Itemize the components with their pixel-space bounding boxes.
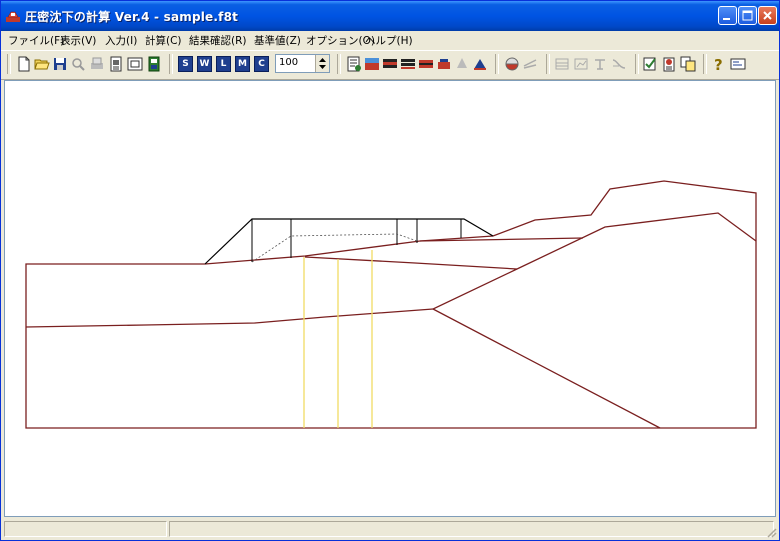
export-icon[interactable] bbox=[146, 56, 162, 72]
menu-standards[interactable]: 基準値(Z) bbox=[254, 33, 301, 48]
menu-file[interactable]: ファイル(F) bbox=[8, 33, 64, 48]
standards-icon[interactable] bbox=[661, 56, 677, 72]
save-icon[interactable] bbox=[52, 56, 68, 72]
drain-icon-disabled bbox=[457, 58, 467, 68]
app-window: 圧密沈下の計算 Ver.4 - sample.f8t ファイル(F) 表示(V)… bbox=[0, 0, 780, 541]
input-wizard-icon[interactable] bbox=[346, 56, 362, 72]
section-compare-icon-disabled bbox=[523, 59, 537, 69]
zoom-spinner[interactable] bbox=[315, 55, 329, 72]
minimize-icon bbox=[723, 18, 730, 20]
cross-section-drawing bbox=[25, 180, 757, 429]
ground-layer-icon[interactable] bbox=[364, 56, 380, 72]
mode-c-button[interactable]: C bbox=[254, 56, 269, 72]
about-icon[interactable] bbox=[730, 56, 746, 72]
status-bar bbox=[1, 518, 779, 540]
layer-outline bbox=[25, 180, 757, 429]
toolbar-separator bbox=[169, 54, 173, 74]
time-curve-icon-disabled bbox=[612, 59, 626, 69]
zoom-input[interactable]: 100 bbox=[275, 54, 330, 73]
new-file-icon[interactable] bbox=[16, 56, 32, 72]
mode-l-button[interactable]: L bbox=[216, 56, 231, 72]
menu-help[interactable]: ヘルプ(H) bbox=[365, 33, 413, 48]
menu-calc[interactable]: 計算(C) bbox=[145, 33, 182, 48]
toolbar-separator bbox=[546, 54, 550, 74]
zoom-value: 100 bbox=[279, 57, 299, 68]
help-icon[interactable]: ? bbox=[710, 56, 726, 72]
minimize-button[interactable] bbox=[718, 6, 737, 25]
section-view-icon[interactable] bbox=[504, 56, 520, 72]
status-panel-2 bbox=[169, 521, 774, 537]
copy-icon[interactable] bbox=[680, 56, 696, 72]
result-table-icon-disabled bbox=[555, 58, 569, 70]
result-graph-icon-disabled bbox=[574, 58, 588, 70]
analysis-lines bbox=[303, 250, 373, 428]
maximize-button[interactable] bbox=[738, 6, 757, 25]
app-icon bbox=[6, 11, 20, 22]
close-button[interactable] bbox=[758, 6, 777, 25]
menu-view[interactable]: 表示(V) bbox=[60, 33, 96, 48]
mode-w-button[interactable]: W bbox=[197, 56, 212, 72]
status-panel-1 bbox=[4, 521, 167, 537]
ground-layers bbox=[25, 180, 757, 429]
close-icon bbox=[763, 11, 772, 20]
embankment-icon[interactable] bbox=[472, 56, 488, 72]
toolbar-separator bbox=[337, 54, 341, 74]
toolbar-separator bbox=[495, 54, 499, 74]
resize-grip-icon[interactable] bbox=[765, 526, 777, 538]
window-title: 圧密沈下の計算 Ver.4 - sample.f8t bbox=[25, 10, 239, 24]
layer-boundary-3 bbox=[304, 256, 518, 270]
preview-icon[interactable] bbox=[70, 56, 86, 72]
toolbar-separator bbox=[703, 54, 707, 74]
toolbar: S W L M C 100 ? bbox=[1, 50, 779, 80]
drawing-canvas[interactable] bbox=[4, 80, 776, 517]
load-icon[interactable] bbox=[436, 56, 452, 72]
layer-boundary-2 bbox=[431, 212, 757, 429]
layer-c-icon[interactable] bbox=[418, 56, 434, 72]
menu-results[interactable]: 結果確認(R) bbox=[189, 33, 247, 48]
layer-a-icon[interactable] bbox=[382, 56, 398, 72]
embankment bbox=[204, 218, 494, 265]
layer-b-icon[interactable] bbox=[400, 56, 416, 72]
embankment-outline bbox=[204, 218, 494, 265]
toolbar-separator bbox=[635, 54, 639, 74]
settlement-icon-disabled bbox=[595, 59, 605, 70]
spin-arrows-icon bbox=[319, 58, 326, 69]
maximize-icon bbox=[742, 10, 753, 21]
toolbar-separator bbox=[7, 54, 11, 74]
check-icon[interactable] bbox=[642, 56, 658, 72]
mode-m-button[interactable]: M bbox=[235, 56, 250, 72]
print-icon[interactable] bbox=[108, 56, 124, 72]
svg-text:?: ? bbox=[714, 56, 723, 72]
print-setup-icon[interactable] bbox=[89, 56, 105, 72]
output-icon[interactable] bbox=[127, 56, 143, 72]
mode-s-button[interactable]: S bbox=[178, 56, 193, 72]
menu-input[interactable]: 入力(I) bbox=[105, 33, 137, 48]
title-bar[interactable]: 圧密沈下の計算 Ver.4 - sample.f8t bbox=[1, 1, 779, 31]
menu-bar: ファイル(F) 表示(V) 入力(I) 計算(C) 結果確認(R) 基準値(Z)… bbox=[1, 31, 779, 49]
open-folder-icon[interactable] bbox=[34, 56, 50, 72]
